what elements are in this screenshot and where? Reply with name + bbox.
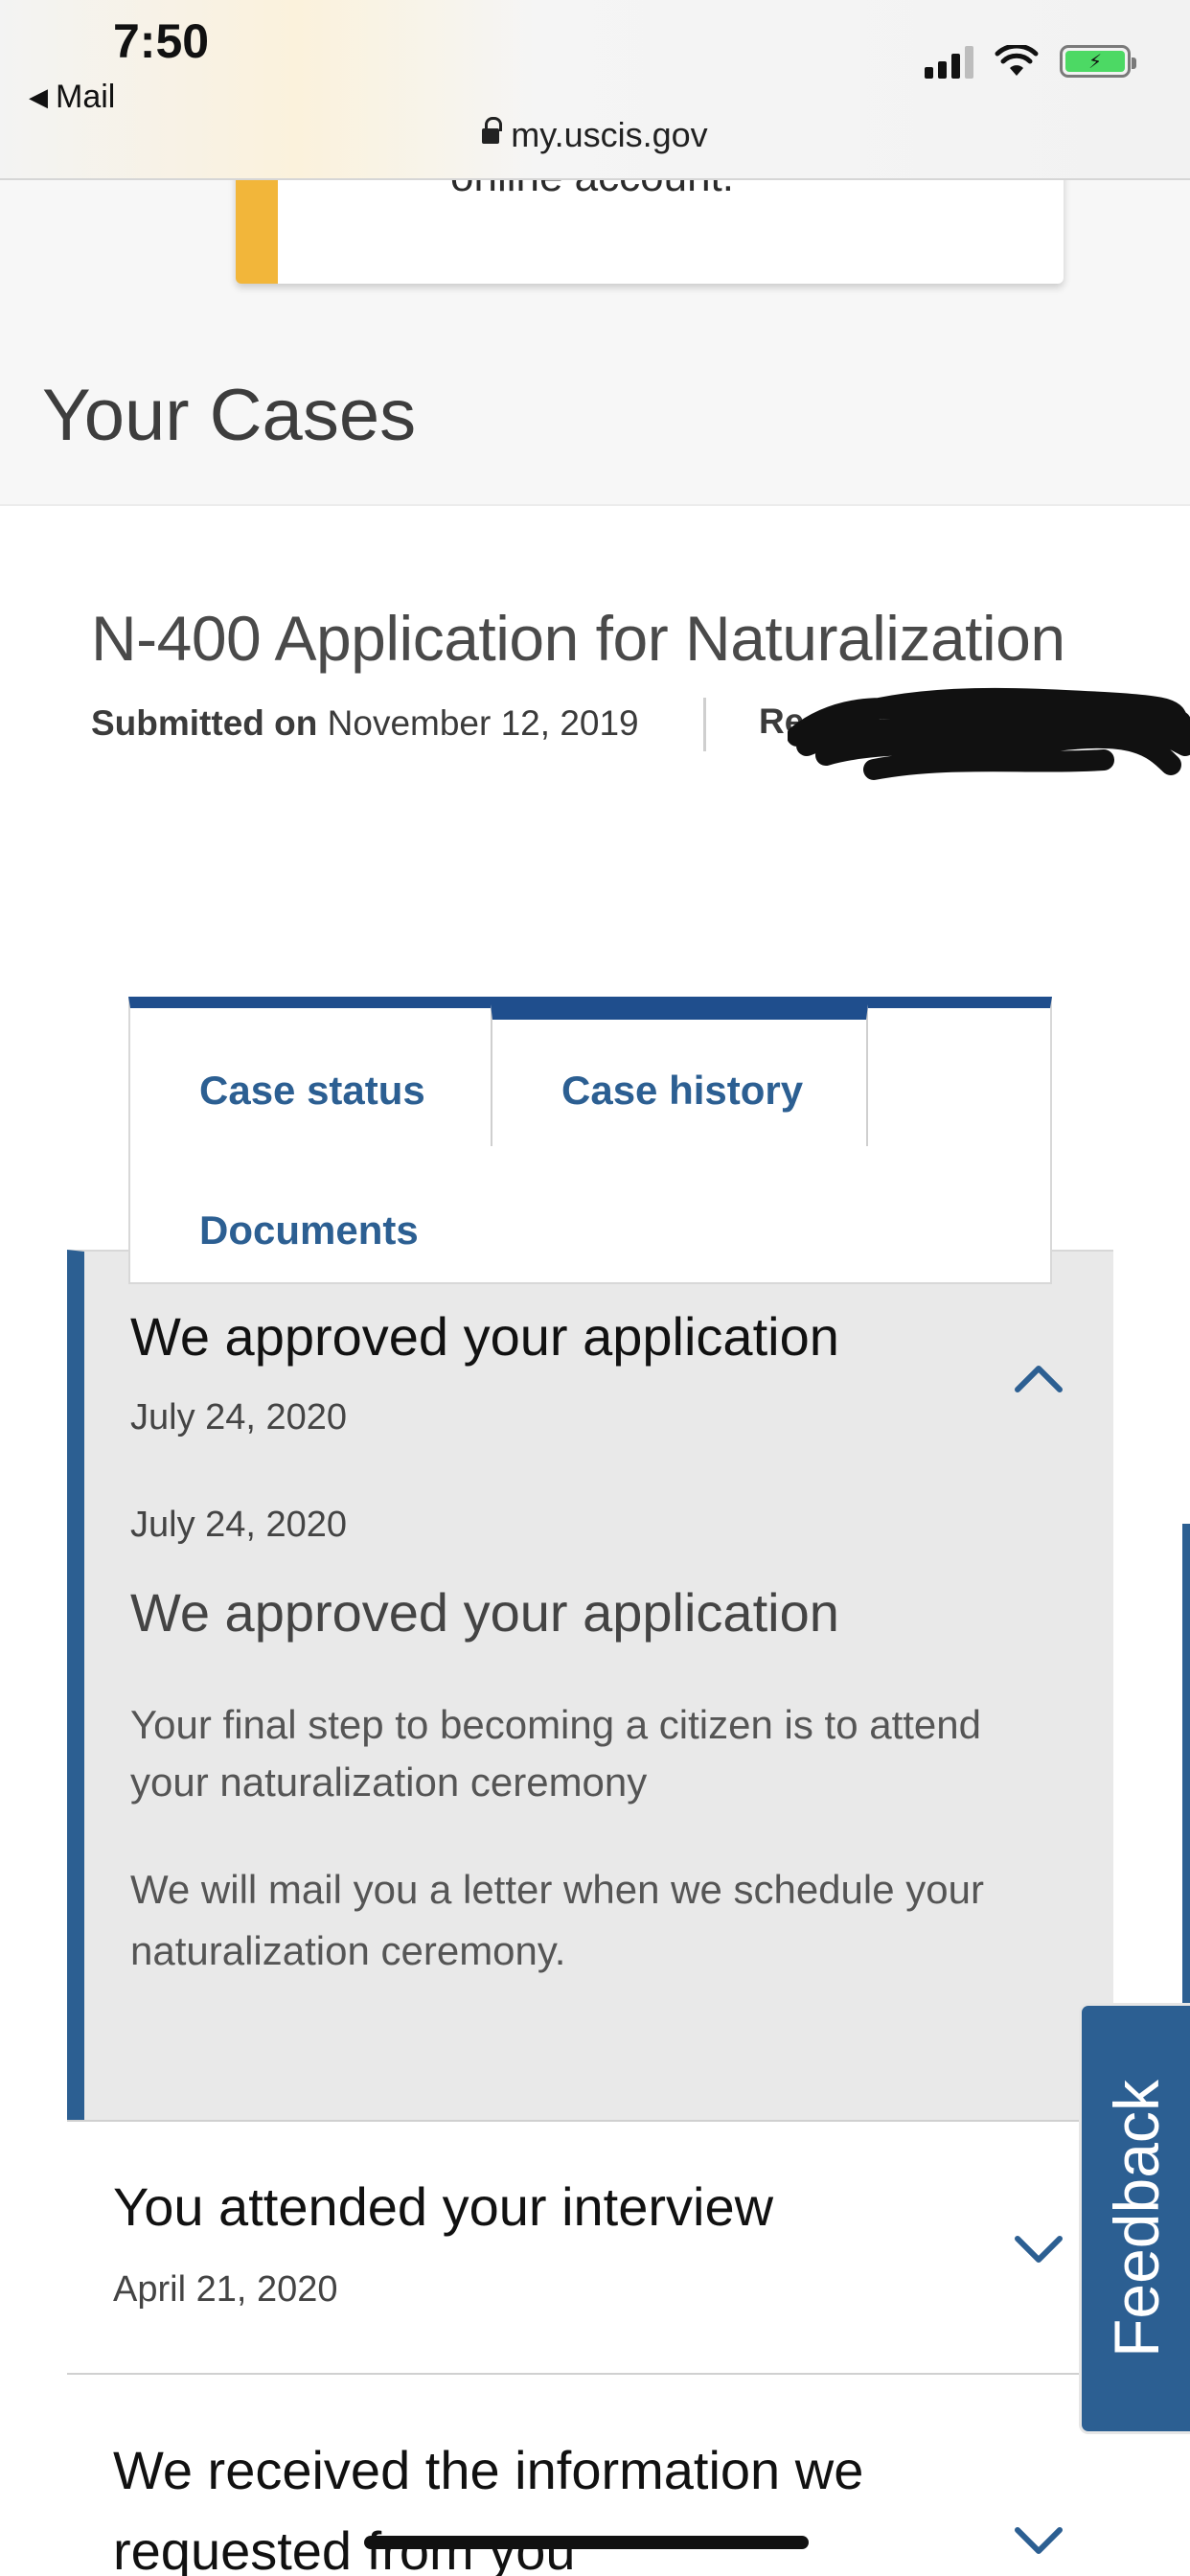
browser-status-bar: 7:50 ◀ Mail ⚡ my.uscis.gov [0,0,1190,180]
timeline-item-date: July 24, 2020 [130,1397,348,1438]
lock-icon [482,117,503,146]
home-indicator[interactable] [364,2536,809,2549]
redacted-receipt-number: Recei [759,678,1190,784]
redaction-scribble [788,687,1190,780]
back-to-mail-button[interactable]: ◀ Mail [29,79,115,116]
submitted-info: Submitted on November 12, 2019 [91,703,639,744]
charging-bolt-icon: ⚡ [1065,51,1125,73]
chevron-down-icon[interactable] [1012,2221,1065,2275]
scroll-indicator [1182,1524,1190,2003]
wifi-icon [995,45,1039,76]
cellular-signal-icon [925,44,973,79]
your-cases-heading: Your Cases [42,375,417,456]
divider [67,2120,1131,2122]
case-title: N-400 Application for Naturalization [91,603,1065,674]
divider [703,698,706,751]
back-triangle-icon: ◀ [29,82,48,111]
tab-case-history-active[interactable]: Case history [491,1004,868,1146]
timeline-item-expanded [67,1250,1113,2120]
battery-icon: ⚡ [1060,45,1136,78]
chevron-up-icon[interactable] [1012,1353,1065,1407]
detail-date: July 24, 2020 [130,1505,348,1545]
submitted-label: Submitted on [91,703,318,743]
submitted-date: November 12, 2019 [327,703,639,743]
chevron-down-icon[interactable] [1012,2513,1065,2566]
clock: 7:50 [113,14,210,68]
tab-documents[interactable]: Documents [199,1208,419,1254]
tab-case-status[interactable]: Case status [199,1068,425,1114]
timeline-item-title[interactable]: We approved your application [130,1305,839,1368]
divider [67,2373,1131,2375]
timeline-item-title[interactable]: You attended your interview [113,2175,773,2238]
url-text: my.uscis.gov [511,115,708,154]
case-tabs: Case status Case history Documents [128,997,1052,1284]
screen: 7:50 ◀ Mail ⚡ my.uscis.gov online accoun… [0,0,1190,2576]
feedback-label: Feedback [1100,2080,1172,2358]
address-bar[interactable]: my.uscis.gov [0,115,1190,155]
tab-case-history[interactable]: Case history [561,1068,803,1114]
detail-paragraph: Your final step to becoming a citizen is… [130,1702,981,1805]
status-icons: ⚡ [925,44,1136,79]
timeline-item-title[interactable]: We received the information we requested… [113,2430,975,2576]
timeline-item-date: April 21, 2020 [113,2269,338,2310]
back-app-label: Mail [56,79,116,115]
detail-title: We approved your application [130,1582,839,1643]
detail-paragraph: We will mail you a letter when we schedu… [130,1867,984,1973]
feedback-button[interactable]: Feedback [1079,2003,1190,2434]
